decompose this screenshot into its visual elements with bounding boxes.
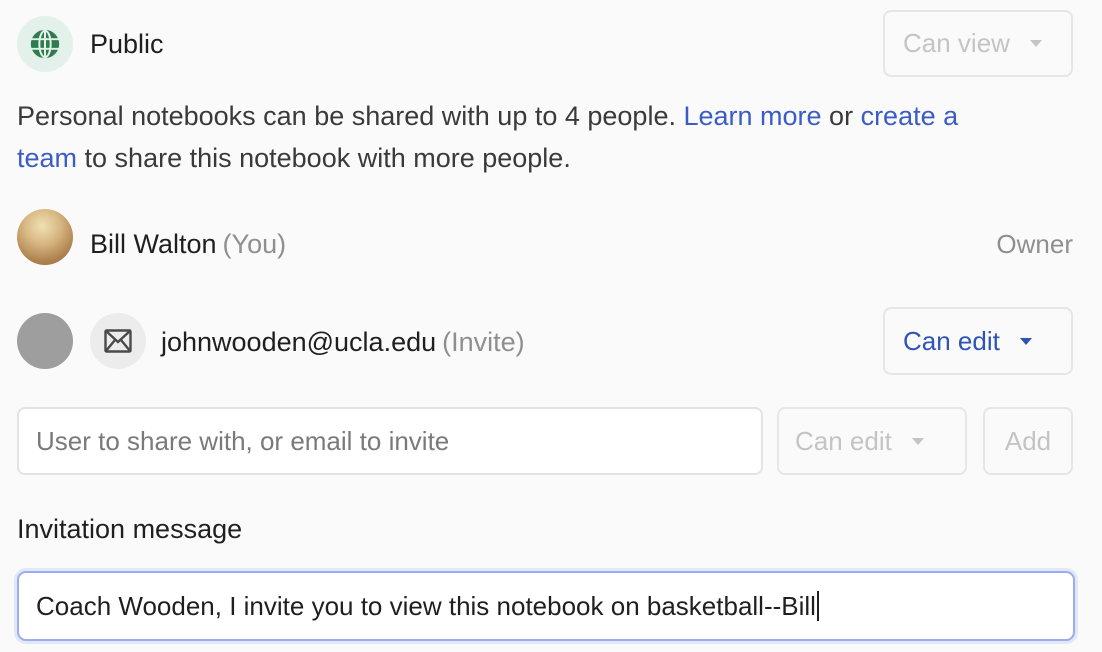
info-text-after: to share this notebook with more people. [77,143,571,173]
text-cursor [816,591,819,621]
globe-icon [30,29,60,59]
invitation-message-text: Coach Wooden, I invite you to view this … [36,590,816,621]
invitee-email: johnwooden@ucla.edu [161,327,437,357]
invitee-avatar [17,313,73,369]
caret-down-icon [1019,337,1032,345]
mail-icon [104,329,132,353]
add-button[interactable]: Add [983,407,1073,475]
caret-down-icon [1029,40,1042,47]
owner-role: Owner [996,229,1073,259]
invitee-permission-label: Can edit [903,325,1000,356]
owner-name: Bill Walton [90,229,217,259]
caret-down-icon [911,437,924,445]
create-team-link-line2: team [17,143,78,173]
share-permission-label: Can edit [795,425,892,456]
invitation-message-label: Invitation message [17,514,243,544]
public-permission-dropdown[interactable]: Can view [883,10,1073,77]
invitee-invite-tag: (Invite) [442,327,525,357]
share-permission-dropdown[interactable]: Can edit [777,407,967,475]
public-label: Public [90,29,164,59]
learn-more-link[interactable]: Learn more [683,101,821,131]
sharing-limit-info: Personal notebooks can be shared with up… [17,95,1092,179]
share-user-input[interactable] [17,407,763,475]
owner-name-line: Bill Walton (You) [90,228,286,260]
invitation-message-input[interactable]: Coach Wooden, I invite you to view this … [17,571,1075,641]
info-text-before: Personal notebooks can be shared with up… [17,101,684,131]
invitee-permission-dropdown[interactable]: Can edit [883,307,1073,375]
owner-you-tag: (You) [222,229,287,259]
globe-icon-container [17,16,73,72]
mail-icon-container [90,313,146,369]
info-text-or: or [821,101,861,131]
create-team-link-line1: create a [860,101,959,131]
public-permission-label: Can view [903,28,1010,58]
invitee-email-line: johnwooden@ucla.edu (Invite) [161,326,525,358]
owner-avatar [17,209,73,265]
